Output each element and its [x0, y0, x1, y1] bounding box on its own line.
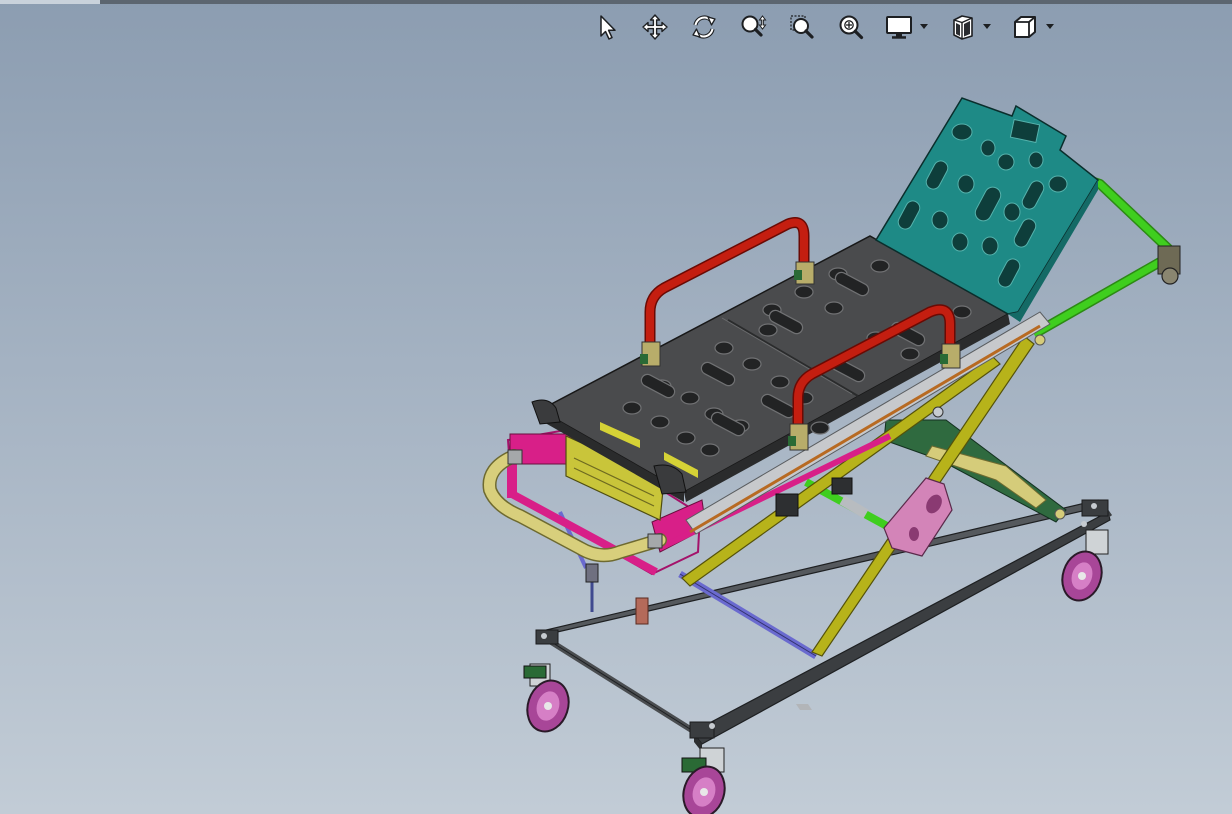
wheel[interactable]	[677, 747, 731, 814]
base-frame[interactable]	[535, 499, 1113, 752]
graphics-viewport[interactable]	[0, 0, 1232, 814]
stretcher-model[interactable]	[0, 0, 1232, 814]
wheel[interactable]	[521, 663, 575, 737]
